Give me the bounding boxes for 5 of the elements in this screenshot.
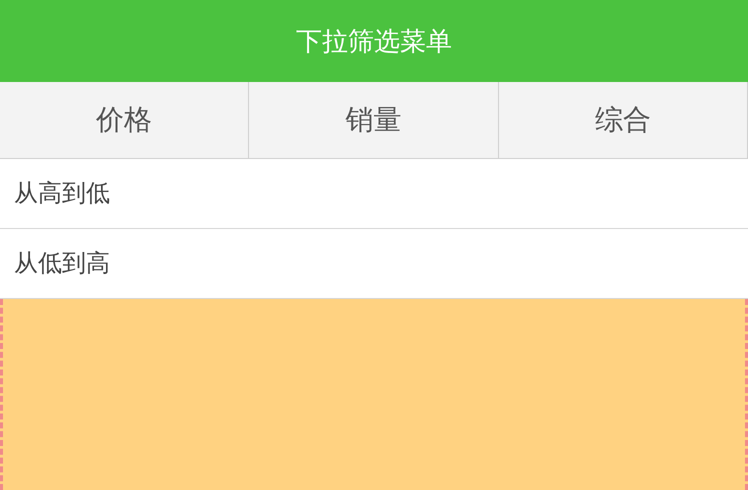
filter-tab[interactable]: 价格 <box>0 82 250 158</box>
header-title: 下拉筛选菜单 <box>296 24 452 58</box>
filter-tab[interactable]: 销量 <box>249 82 499 158</box>
filter-tab[interactable]: 综合 <box>498 82 748 158</box>
sort-option[interactable]: 从高到低 <box>0 159 748 229</box>
